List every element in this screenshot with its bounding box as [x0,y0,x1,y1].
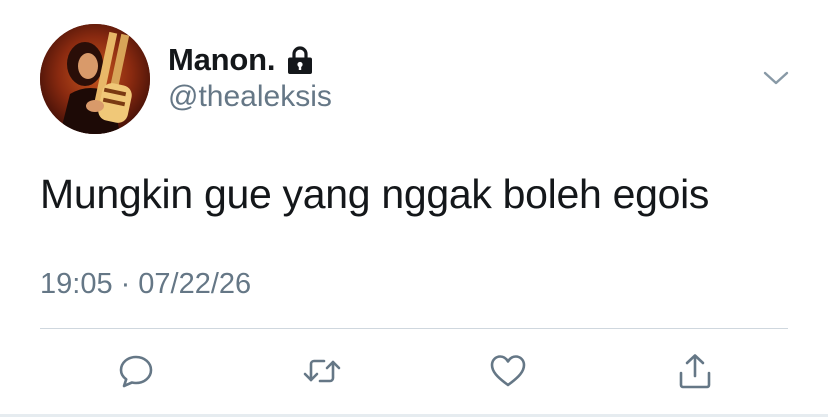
chevron-down-icon[interactable] [760,64,792,90]
tweet-text: Mungkin gue yang nggak boleh egois [40,171,710,217]
action-bar [0,348,828,398]
lock-icon [286,45,314,75]
name-row: Manon. [168,40,314,80]
meta-separator: · [120,268,131,300]
tweet-card: Manon. @thealeksis Mungkin gue yang ngga… [0,0,828,417]
avatar-photo [40,24,150,134]
heart-icon [489,353,527,394]
divider [40,328,788,329]
tweet-time: 19:05 [40,268,113,300]
share-icon [677,352,713,395]
avatar[interactable] [40,24,150,134]
display-name[interactable]: Manon. [168,42,275,78]
retweet-icon [302,353,342,394]
retweet-button[interactable] [297,348,347,398]
tweet-date: 07/22/26 [138,268,252,300]
reply-icon [118,353,154,394]
tweet-timestamp[interactable]: 19:05 · 07/22/26 [40,268,251,301]
reply-button[interactable] [111,348,161,398]
like-button[interactable] [483,348,533,398]
share-button[interactable] [670,348,720,398]
user-handle[interactable]: @thealeksis [168,80,332,114]
